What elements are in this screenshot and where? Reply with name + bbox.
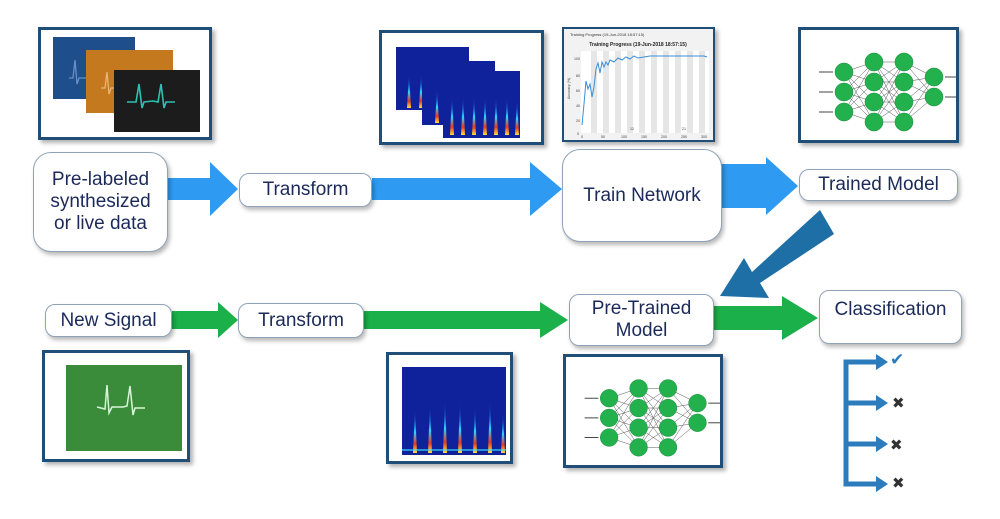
nn-neuron xyxy=(864,72,884,92)
trained-model-label: Trained Model xyxy=(818,174,939,196)
x-icon: ✖ xyxy=(892,475,905,492)
nn-neuron xyxy=(629,398,648,418)
source-line: synthesized xyxy=(50,191,151,213)
x-tick: 50 xyxy=(601,135,605,139)
classification-label: Classification xyxy=(834,299,947,320)
ecg-signal-stack-image xyxy=(53,37,200,132)
arrow-source-to-transform xyxy=(168,162,238,216)
new-signal-thumbnail xyxy=(42,350,190,462)
nn-neuron xyxy=(894,52,914,72)
nn-neuron xyxy=(924,87,944,107)
nn-neuron xyxy=(864,52,884,72)
epoch-label: 21 xyxy=(682,127,686,131)
nn-neuron xyxy=(600,389,619,408)
train-network-node[interactable]: Train Network xyxy=(562,149,722,242)
classification-result-3: ✖ xyxy=(892,474,905,492)
transform-label: Transform xyxy=(258,309,344,331)
arrow-train-to-trained-model xyxy=(720,157,798,215)
epoch-label: 12 xyxy=(630,127,634,131)
nn-neuron xyxy=(894,72,914,92)
ecg-signal-image xyxy=(66,365,182,451)
pretrained-model-node[interactable]: Pre-Trained Model xyxy=(569,294,714,346)
trained-model-node[interactable]: Trained Model xyxy=(799,169,958,201)
scalogram-stack-image xyxy=(396,47,520,138)
transform-node-bottom[interactable]: Transform xyxy=(238,303,364,338)
arrow-newsignal-to-transform xyxy=(172,302,238,338)
scalogram-stack-thumbnail xyxy=(379,30,544,145)
plot-title: Training Progress (19-Jun-2018 18:57:15) xyxy=(589,42,687,48)
x-tick: 0 xyxy=(581,135,583,139)
classification-node[interactable]: Classification xyxy=(819,290,962,344)
x-tick: 100 xyxy=(621,135,627,139)
nn-neuron xyxy=(894,112,914,132)
nn-neuron xyxy=(864,92,884,112)
check-icon: ✔ xyxy=(890,350,905,369)
nn-neuron xyxy=(658,379,678,398)
nn-neuron xyxy=(924,67,944,87)
classification-bracket xyxy=(843,359,880,487)
neural-network-image xyxy=(819,52,956,132)
x-icon: ✖ xyxy=(892,395,905,412)
nn-neuron xyxy=(688,413,707,432)
training-progress-thumbnail: Training Progress (19-Jun-2018 18:57:15)… xyxy=(562,27,715,142)
nn-neuron xyxy=(864,112,884,132)
x-tick: 150 xyxy=(641,135,647,139)
nn-neuron xyxy=(688,394,707,413)
classification-arrowheads xyxy=(876,354,888,492)
nn-neuron xyxy=(629,438,648,457)
nn-neuron xyxy=(834,82,854,102)
transform-label: Transform xyxy=(262,179,349,201)
source-line: or live data xyxy=(54,212,147,234)
neural-network-thumbnail-top xyxy=(798,27,959,143)
source-line: Pre-labeled xyxy=(51,169,150,191)
nn-neuron xyxy=(658,398,678,418)
x-tick: 300 xyxy=(701,135,707,139)
nn-neuron xyxy=(600,428,619,447)
arrow-transform-to-train xyxy=(372,162,562,216)
y-tick: 100 xyxy=(574,57,580,61)
nn-connections xyxy=(608,388,698,448)
pretrained-line: Model xyxy=(615,320,668,341)
nn-neuron xyxy=(629,418,648,437)
arrow-trained-to-pretrained xyxy=(720,210,834,298)
arrow-pretrained-to-classification xyxy=(714,296,818,340)
neural-network-thumbnail-bottom xyxy=(563,354,723,468)
transform-node-top[interactable]: Transform xyxy=(239,173,372,207)
y-tick: 60 xyxy=(576,89,580,93)
nn-neuron xyxy=(629,379,648,398)
neural-network-image xyxy=(584,379,720,457)
nn-neuron xyxy=(834,62,854,82)
x-tick: 200 xyxy=(661,135,667,139)
pretrained-line: Pre-Trained xyxy=(591,298,692,320)
x-icon: ✖ xyxy=(890,437,903,454)
scalogram-image xyxy=(402,367,506,455)
nn-neuron xyxy=(600,408,619,427)
x-tick: 250 xyxy=(681,135,687,139)
source-data-node[interactable]: Pre-labeled synthesized or live data xyxy=(33,152,168,252)
plot-ylabel: Accuracy (%) xyxy=(567,78,571,99)
plot-window-title: Training Progress (19-Jun-2018 18:57:15) xyxy=(570,32,645,37)
new-signal-label: New Signal xyxy=(60,309,157,331)
classification-result-0: ✔ xyxy=(890,350,904,370)
nn-neuron xyxy=(658,418,678,437)
classification-result-1: ✖ xyxy=(892,394,905,412)
y-tick: 40 xyxy=(576,104,580,108)
scalogram-thumbnail xyxy=(386,352,513,464)
ecg-stack-thumbnail xyxy=(38,27,212,140)
new-signal-node[interactable]: New Signal xyxy=(45,304,172,337)
nn-connections xyxy=(843,61,935,123)
nn-neuron xyxy=(894,92,914,112)
train-network-label: Train Network xyxy=(583,184,701,206)
y-tick: 20 xyxy=(576,119,580,123)
classification-result-2: ✖ xyxy=(890,436,903,454)
training-progress-plot: Training Progress (19-Jun-2018 18:57:15)… xyxy=(564,29,713,140)
arrow-transform-to-pretrained xyxy=(364,302,568,338)
y-tick: 80 xyxy=(576,74,580,78)
y-tick: 0 xyxy=(577,132,579,136)
nn-neuron xyxy=(834,102,854,122)
nn-neuron xyxy=(658,438,678,457)
